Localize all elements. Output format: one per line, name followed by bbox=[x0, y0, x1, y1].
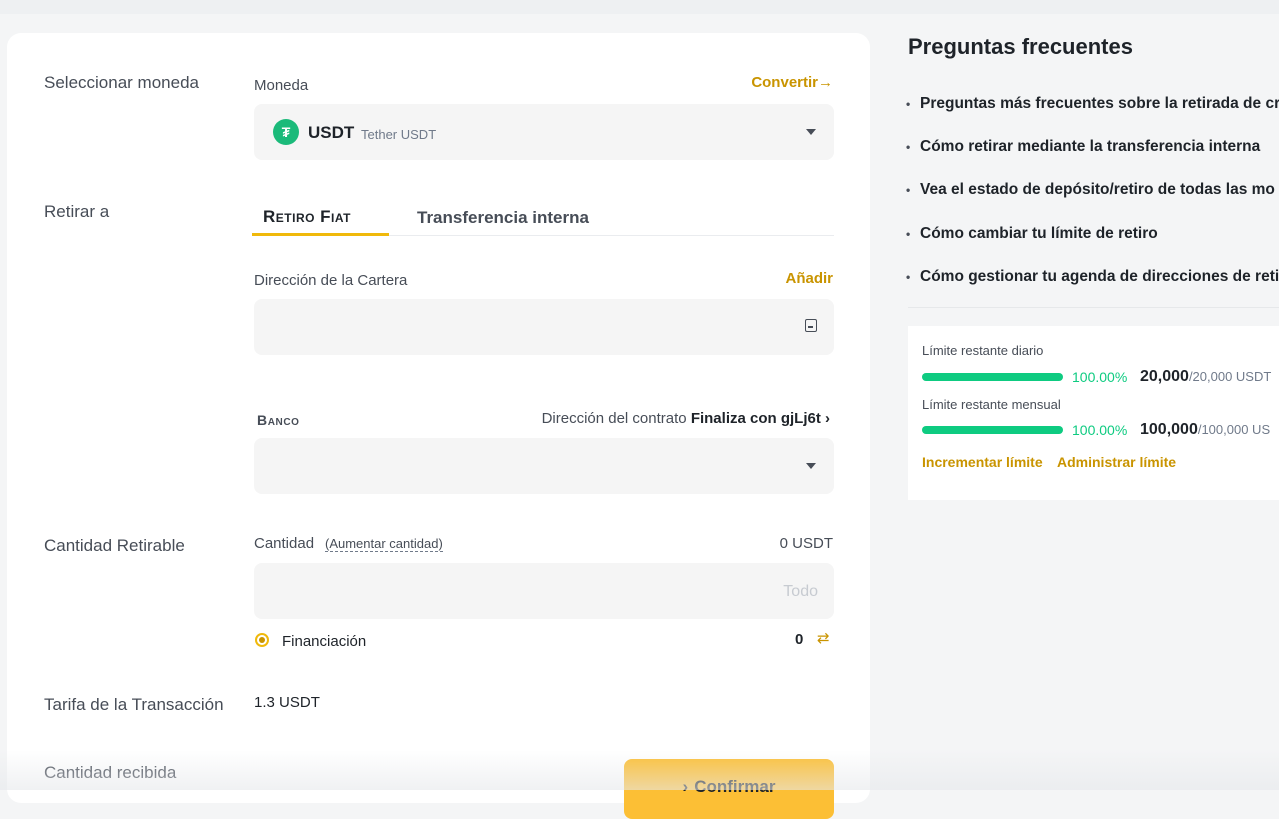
monthly-limit-remaining: 100,000 bbox=[1140, 421, 1198, 438]
manage-limit-link[interactable]: Administrar límite bbox=[1057, 454, 1176, 470]
faq-item[interactable]: • Cómo gestionar tu agenda de direcciones… bbox=[906, 268, 1279, 286]
monthly-limit-bar bbox=[922, 426, 1063, 434]
coin-name: Tether USDT bbox=[361, 127, 437, 142]
bank-label: Banco bbox=[257, 412, 300, 428]
bullet-icon: • bbox=[906, 227, 911, 241]
daily-limit-remaining: 20,000 bbox=[1140, 368, 1189, 385]
monthly-limit-label: Límite restante mensual bbox=[922, 397, 1061, 412]
faq-item[interactable]: • Cómo cambiar tu límite de retiro bbox=[906, 225, 1158, 243]
wallet-address-label: Dirección de la Cartera bbox=[254, 272, 408, 289]
funding-label: Financiación bbox=[282, 633, 367, 650]
top-strip bbox=[0, 0, 1279, 14]
daily-limit-bar bbox=[922, 373, 1063, 381]
wallet-address-input[interactable] bbox=[254, 299, 834, 355]
coin-select[interactable]: ₮ USDT Tether USDT bbox=[254, 104, 834, 160]
received-amount-label: Cantidad recibida bbox=[44, 763, 177, 782]
monthly-limit-total: /100,000 US bbox=[1197, 422, 1271, 437]
fee-value: 1.3 USDT bbox=[254, 694, 320, 711]
monthly-limit-amount: 100,000/100,000 US bbox=[1140, 421, 1270, 439]
select-coin-label: Seleccionar moneda bbox=[44, 73, 199, 92]
faq-title: Preguntas frecuentes bbox=[908, 34, 1133, 59]
faq-item-label: Cómo retirar mediante la transferencia i… bbox=[920, 138, 1261, 155]
tether-icon: ₮ bbox=[273, 119, 299, 145]
faq-item[interactable]: • Vea el estado de depósito/retiro de tod… bbox=[906, 181, 1275, 199]
tabs-divider bbox=[389, 235, 834, 236]
daily-limit-total: /20,000 USDT bbox=[1188, 369, 1272, 384]
increase-amount-link[interactable]: (Aumentar cantidad) bbox=[325, 536, 443, 552]
tab-internal-transfer[interactable]: Transferencia interna bbox=[417, 208, 589, 228]
tab-active-indicator bbox=[252, 233, 389, 236]
contract-value: Finaliza con gjLj6t bbox=[690, 410, 821, 427]
coin-symbol: USDT bbox=[308, 123, 355, 142]
chevron-icon: › bbox=[682, 777, 689, 796]
withdraw-limits-panel: Límite restante diario 100.00% 20,000/20… bbox=[908, 326, 1279, 500]
convert-link[interactable]: Convertir→ bbox=[751, 74, 833, 91]
bullet-icon: • bbox=[906, 97, 911, 111]
confirm-button[interactable]: › Confirmar bbox=[624, 759, 834, 819]
increase-limit-link[interactable]: Incrementar límite bbox=[922, 454, 1043, 470]
contract-address-link[interactable]: Dirección del contrato Finaliza con gjLj… bbox=[542, 410, 830, 427]
amount-label: Cantidad bbox=[254, 535, 315, 552]
fee-label: Tarifa de la Transacción bbox=[44, 695, 224, 714]
withdraw-to-label: Retirar a bbox=[44, 202, 110, 221]
bullet-icon: • bbox=[906, 183, 911, 197]
address-book-icon[interactable] bbox=[805, 319, 817, 332]
max-all-button[interactable]: Todo bbox=[783, 583, 818, 601]
withdraw-form-card: Seleccionar moneda Moneda Convertir→ ₮ U… bbox=[7, 33, 870, 819]
withdrawable-amount-label: Cantidad Retirable bbox=[44, 536, 185, 555]
amount-input[interactable]: Todo bbox=[254, 563, 834, 619]
daily-limit-percent: 100.00% bbox=[1072, 369, 1128, 385]
daily-limit-label: Límite restante diario bbox=[922, 343, 1044, 358]
funding-value: 0 bbox=[795, 631, 804, 648]
coin-field-label: Moneda bbox=[254, 77, 309, 94]
divider bbox=[908, 307, 1279, 308]
chevron-right-icon: › bbox=[825, 410, 830, 427]
confirm-label: Confirmar bbox=[694, 777, 776, 796]
faq-item-label: Vea el estado de depósito/retiro de toda… bbox=[920, 181, 1275, 198]
monthly-limit-percent: 100.00% bbox=[1072, 422, 1128, 438]
bullet-icon: • bbox=[906, 270, 911, 284]
add-address-link[interactable]: Añadir bbox=[785, 270, 833, 287]
funding-radio[interactable] bbox=[255, 633, 269, 647]
daily-limit-amount: 20,000/20,000 USDT bbox=[1140, 368, 1271, 386]
faq-item[interactable]: • Cómo retirar mediante la transferencia … bbox=[906, 138, 1260, 156]
contract-label: Dirección del contrato bbox=[541, 410, 687, 427]
faq-item[interactable]: • Preguntas más frecuentes sobre la retir… bbox=[906, 95, 1279, 113]
transfer-icon[interactable]: ⇄ bbox=[817, 629, 830, 647]
bank-select[interactable] bbox=[254, 438, 834, 494]
faq-item-label: Cómo cambiar tu límite de retiro bbox=[920, 225, 1158, 242]
bullet-icon: • bbox=[906, 140, 911, 154]
chevron-down-icon bbox=[806, 463, 816, 469]
chevron-down-icon bbox=[806, 129, 816, 135]
faq-item-label: Cómo gestionar tu agenda de direcciones … bbox=[920, 268, 1279, 285]
tab-fiat-withdrawal[interactable]: Retiro Fiat bbox=[263, 207, 351, 227]
available-balance: 0 USDT bbox=[779, 535, 833, 552]
faq-item-label: Preguntas más frecuentes sobre la retira… bbox=[920, 95, 1279, 112]
